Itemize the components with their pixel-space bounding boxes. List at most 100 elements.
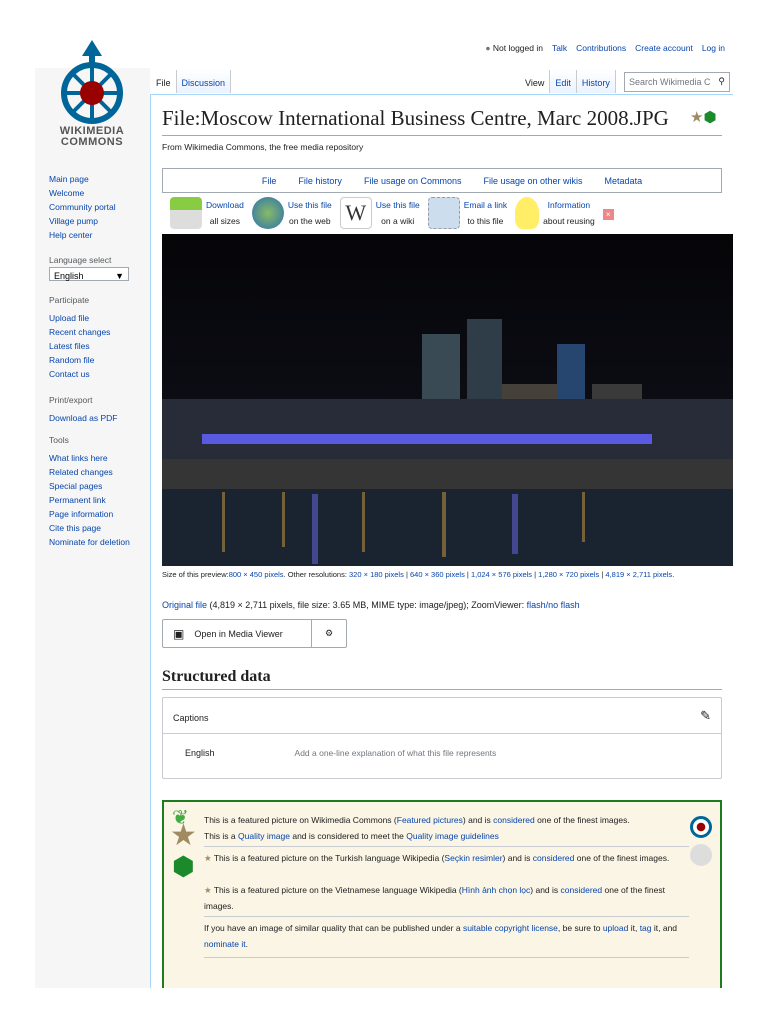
action-link[interactable]: Information bbox=[548, 200, 591, 210]
sidebar-link[interactable]: Main page bbox=[49, 172, 116, 186]
sidebar-link[interactable]: Village pump bbox=[49, 214, 116, 228]
sidebar-link[interactable]: Contact us bbox=[49, 367, 110, 381]
contributions-link[interactable]: Contributions bbox=[576, 43, 626, 53]
action-link[interactable]: Use this file bbox=[288, 200, 332, 210]
file-tab[interactable]: File usage on Commons bbox=[364, 176, 462, 186]
sidebar-link[interactable]: Page information bbox=[49, 507, 130, 521]
search-input[interactable]: Search Wikimedia C ⚲ bbox=[624, 72, 730, 92]
zoomviewer-link[interactable]: flash/no flash bbox=[527, 600, 580, 610]
featured-star-icon: ★ bbox=[170, 819, 197, 852]
email-link-action[interactable]: Email a link to this file bbox=[427, 197, 507, 229]
sidebar-link[interactable]: Community portal bbox=[49, 200, 116, 214]
use-on-web-action[interactable]: Use this file on the web bbox=[251, 197, 332, 229]
use-on-wiki-action[interactable]: W Use this file on a wiki bbox=[339, 197, 420, 229]
featured-text: ) and is bbox=[530, 885, 561, 895]
featured-pictures-link[interactable]: Featured pictures bbox=[397, 815, 463, 825]
page-subtitle: From Wikimedia Commons, the free media r… bbox=[162, 142, 364, 152]
upload-link[interactable]: upload bbox=[603, 923, 629, 933]
featured-picture-box: ❦ ★ ⬢ This is a featured picture on Wiki… bbox=[162, 800, 722, 988]
login-link[interactable]: Log in bbox=[702, 43, 725, 53]
open-media-viewer-button[interactable]: ▣ Open in Media Viewer bbox=[163, 620, 312, 647]
language-select[interactable]: English ▼ bbox=[49, 267, 129, 281]
tab-discussion[interactable]: Discussion bbox=[176, 70, 232, 93]
sidebar-link[interactable]: Related changes bbox=[49, 465, 130, 479]
sidebar-link[interactable]: Welcome bbox=[49, 186, 116, 200]
sidebar-link[interactable]: Cite this page bbox=[49, 521, 130, 535]
sidebar-link[interactable]: Upload file bbox=[49, 311, 110, 325]
wikimedia-commons-logo[interactable]: WIKIMEDIA COMMONS bbox=[52, 38, 132, 153]
nominate-link[interactable]: nominate it bbox=[204, 939, 246, 949]
quality-image-link[interactable]: Quality image bbox=[238, 831, 290, 841]
resolution-link[interactable]: 4,819 × 2,711 pixels bbox=[605, 570, 672, 579]
globe-icon bbox=[251, 197, 284, 229]
not-logged-in-label: Not logged in bbox=[492, 43, 543, 53]
close-icon[interactable]: × bbox=[602, 209, 614, 220]
resolution-link[interactable]: 1,280 × 720 pixels bbox=[538, 570, 599, 579]
file-image[interactable] bbox=[162, 234, 733, 566]
search-icon[interactable]: ⚲ bbox=[718, 76, 725, 87]
original-file-info: Original file (4,819 × 2,711 pixels, fil… bbox=[162, 600, 580, 610]
dropdown-arrow-icon: ▼ bbox=[115, 271, 124, 281]
sidebar-heading: Print/export bbox=[49, 395, 93, 405]
preview-size: 800 × 450 pixels bbox=[228, 570, 284, 579]
media-viewer-group: ▣ Open in Media Viewer ⚙ bbox=[162, 619, 347, 648]
quality-guidelines-link[interactable]: Quality image guidelines bbox=[406, 831, 499, 841]
sidebar-link[interactable]: Download as PDF bbox=[49, 411, 118, 425]
action-sub: to this file bbox=[467, 216, 504, 226]
quality-image-icon: ⬢ bbox=[172, 851, 195, 881]
copyright-license-link[interactable]: suitable copyright license bbox=[463, 923, 558, 933]
tab-edit[interactable]: Edit bbox=[550, 70, 577, 93]
file-tab[interactable]: File bbox=[262, 176, 277, 186]
featured-text: ) and is bbox=[462, 815, 494, 825]
tab-history[interactable]: History bbox=[576, 70, 616, 93]
language-select-section: Language select English ▼ bbox=[49, 253, 129, 281]
file-tab[interactable]: File usage on other wikis bbox=[483, 176, 582, 186]
media-viewer-settings-button[interactable]: ⚙ bbox=[312, 620, 346, 647]
sidebar-link[interactable]: Latest files bbox=[49, 339, 110, 353]
commons-logo-icon bbox=[61, 40, 123, 124]
sidebar-link[interactable]: Nominate for deletion bbox=[49, 535, 130, 549]
resolution-link[interactable]: 320 × 180 pixels bbox=[349, 570, 404, 579]
page-title: File:Moscow International Business Centr… bbox=[162, 106, 722, 136]
divider bbox=[204, 957, 689, 958]
hinh-anh-chon-loc-link[interactable]: Hình ảnh chọn lọc bbox=[462, 885, 531, 895]
tag-link[interactable]: tag bbox=[640, 923, 652, 933]
file-tab[interactable]: File history bbox=[298, 176, 342, 186]
file-tab[interactable]: Metadata bbox=[605, 176, 643, 186]
information-action[interactable]: Information about reusing bbox=[515, 197, 595, 229]
resolution-link[interactable]: 1,024 × 576 pixels bbox=[471, 570, 532, 579]
resolution-link[interactable]: 640 × 360 pixels bbox=[410, 570, 465, 579]
action-link[interactable]: Email a link bbox=[464, 200, 507, 210]
sidebar-link[interactable]: Permanent link bbox=[49, 493, 130, 507]
sidebar-link[interactable]: Recent changes bbox=[49, 325, 110, 339]
captions-header: Captions ✎ bbox=[163, 698, 721, 734]
sidebar-link[interactable]: Special pages bbox=[49, 479, 130, 493]
considered-link[interactable]: considered bbox=[533, 853, 575, 863]
considered-link[interactable]: considered bbox=[493, 815, 535, 825]
featured-text: one of the finest images. bbox=[574, 853, 670, 863]
featured-text: one of the finest images. bbox=[534, 815, 630, 825]
sidebar-link[interactable]: Random file bbox=[49, 353, 110, 367]
pencil-edit-icon[interactable]: ✎ bbox=[700, 708, 711, 724]
language-value: English bbox=[54, 271, 84, 281]
featured-text: ) and is bbox=[502, 853, 533, 863]
download-action[interactable]: Download all sizes bbox=[170, 197, 244, 229]
create-account-link[interactable]: Create account bbox=[635, 43, 693, 53]
original-file-link[interactable]: Original file bbox=[162, 600, 207, 610]
action-link[interactable]: Download bbox=[206, 200, 244, 210]
featured-text: This is a featured picture on Wikimedia … bbox=[204, 815, 397, 825]
considered-link[interactable]: considered bbox=[561, 885, 603, 895]
talk-link[interactable]: Talk bbox=[552, 43, 567, 53]
upload-invite-line: If you have an image of similar quality … bbox=[204, 920, 689, 952]
action-sub: on the web bbox=[288, 216, 331, 226]
tab-file[interactable]: File bbox=[151, 70, 177, 93]
caption-placeholder[interactable]: Add a one-line explanation of what this … bbox=[295, 748, 497, 758]
logo-text: COMMONS bbox=[60, 136, 124, 148]
tab-view[interactable]: View bbox=[520, 70, 551, 93]
action-link[interactable]: Use this file bbox=[376, 200, 420, 210]
sidebar-participate: Participate Upload file Recent changes L… bbox=[49, 293, 110, 381]
sidebar-link[interactable]: What links here bbox=[49, 451, 130, 465]
seckin-resimler-link[interactable]: Seçkin resimler bbox=[444, 853, 502, 863]
featured-text: This is a featured picture on the Vietna… bbox=[213, 885, 462, 895]
sidebar-link[interactable]: Help center bbox=[49, 228, 116, 242]
